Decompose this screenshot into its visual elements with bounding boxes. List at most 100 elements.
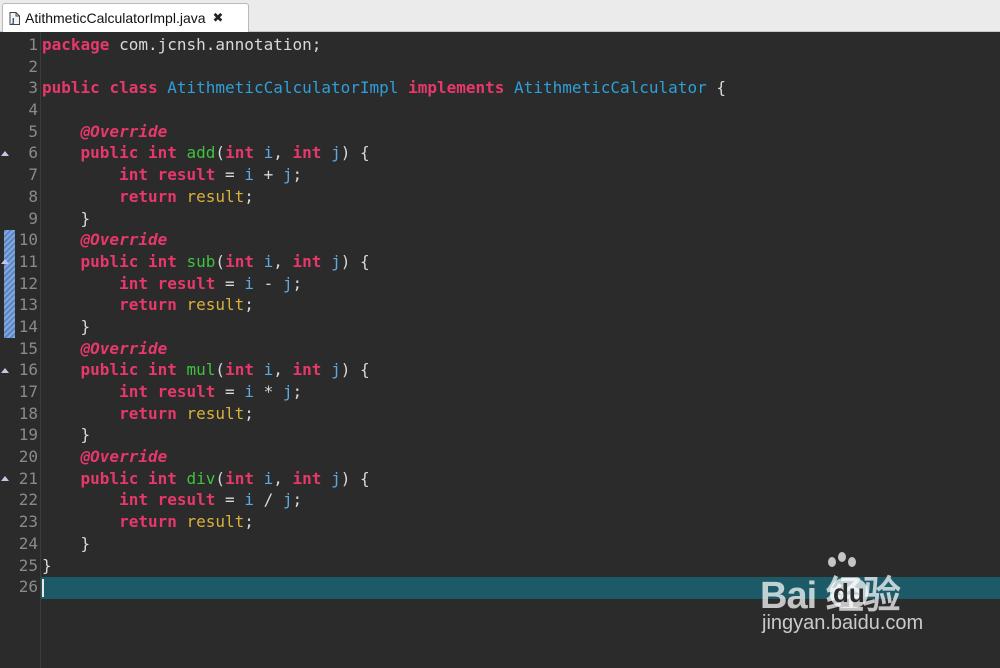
code-token-plain: ; (292, 382, 303, 401)
code-token-prm: j (331, 251, 341, 271)
editor-tab-active[interactable]: J AtithmeticCalculatorImpl.java ✖ (2, 3, 249, 32)
line-number: 3 (28, 78, 38, 98)
code-text-area[interactable]: package com.jcnsh.annotation;​public cla… (42, 34, 1000, 598)
code-token-prm: i (244, 490, 254, 510)
code-token-plain: ( (215, 143, 226, 163)
code-token-prm: j (331, 143, 341, 163)
code-token-plain: ; (244, 295, 254, 315)
line-number: 25 (18, 555, 38, 575)
code-token-prm: j (331, 360, 341, 380)
code-token-plain: ( (215, 360, 226, 380)
code-line: @Override (42, 121, 1000, 143)
code-token-prm: i (244, 165, 254, 185)
code-token-plain: } (42, 425, 91, 445)
code-token-anno: @Override (80, 338, 168, 358)
override-marker-icon[interactable] (1, 367, 9, 373)
code-token-kw: public (80, 251, 139, 271)
code-token-plain: ; (292, 165, 303, 185)
code-token-plain: + (253, 165, 283, 185)
line-number: 4 (28, 100, 38, 120)
code-token-prm: j (282, 165, 293, 185)
code-token-plain: * (253, 382, 283, 401)
close-icon[interactable]: ✖ (213, 12, 224, 25)
code-token-prm: i (244, 382, 254, 401)
code-token-plain: ; (292, 490, 303, 510)
code-line: } (42, 424, 1000, 446)
code-token-fn: sub (186, 251, 216, 271)
code-line: } (42, 555, 1000, 577)
line-number: 16 (18, 360, 38, 380)
code-token-kw: return (119, 295, 177, 315)
code-token-prm: j (282, 382, 293, 401)
code-line: ​ (42, 56, 1000, 78)
code-line: public int div(int i, int j) { (42, 468, 1000, 490)
code-token-cls: AtithmeticCalculator (514, 78, 707, 98)
code-token-kw: int (119, 273, 148, 293)
line-number: 2 (28, 56, 38, 76)
code-editor[interactable]: 1 2 3 4 5 6 7 8 9 10 11 12 13 14 15 16 17 18 19 20 21 22 23 24 2… (0, 32, 1000, 668)
code-token-var: result (186, 512, 245, 532)
code-token-kw: public (80, 468, 139, 488)
line-number: 9 (28, 208, 38, 228)
override-marker-icon[interactable] (1, 476, 9, 481)
code-token-prm: i (263, 143, 274, 163)
line-number: 21 (18, 468, 38, 488)
line-number: 5 (28, 121, 38, 141)
tab-title: AtithmeticCalculatorImpl.java (25, 10, 206, 26)
code-token-plain: } (42, 555, 52, 575)
line-number: 7 (28, 165, 38, 185)
code-line: return result; (42, 294, 1000, 316)
line-number: 14 (18, 316, 38, 336)
code-token-kw: public (80, 360, 139, 380)
code-token-plain: / (253, 490, 283, 510)
code-token-kw: int (225, 143, 254, 163)
code-token-kw: return (119, 403, 177, 423)
code-token-kw: public (80, 143, 139, 163)
line-number: 26 (18, 577, 38, 597)
code-token-plain: { (706, 78, 726, 98)
line-number: 20 (18, 447, 38, 467)
override-marker-icon[interactable] (1, 150, 9, 156)
code-token-kw: int (225, 360, 254, 380)
code-token-plain: , (273, 251, 293, 271)
line-number: 23 (18, 512, 38, 532)
code-token-plain: com.jcnsh.annotation; (109, 35, 322, 54)
code-line: public class AtithmeticCalculatorImpl im… (42, 77, 1000, 99)
code-line: return result; (42, 186, 1000, 208)
code-token-plain: ) { (340, 360, 370, 380)
code-token-prm: j (282, 490, 293, 510)
code-line: ​ (42, 99, 1000, 121)
code-token-plain: ) { (340, 143, 370, 163)
code-token-kw: int (119, 490, 148, 510)
line-number: 17 (18, 382, 38, 401)
code-token-var: result (186, 403, 245, 423)
code-token-fn: div (186, 468, 216, 488)
code-token-cls: AtithmeticCalculatorImpl (167, 78, 399, 98)
override-marker-icon[interactable] (1, 259, 9, 264)
code-line: int result = i + j; (42, 164, 1000, 186)
code-token-kw: result (157, 382, 216, 401)
code-token-kw: int (292, 251, 322, 271)
code-token-kw: int (147, 251, 177, 271)
code-token-kw: implements (408, 78, 505, 98)
code-line: int result = i / j; (42, 489, 1000, 511)
code-token-plain: - (253, 273, 283, 293)
line-number: 1 (28, 35, 38, 54)
